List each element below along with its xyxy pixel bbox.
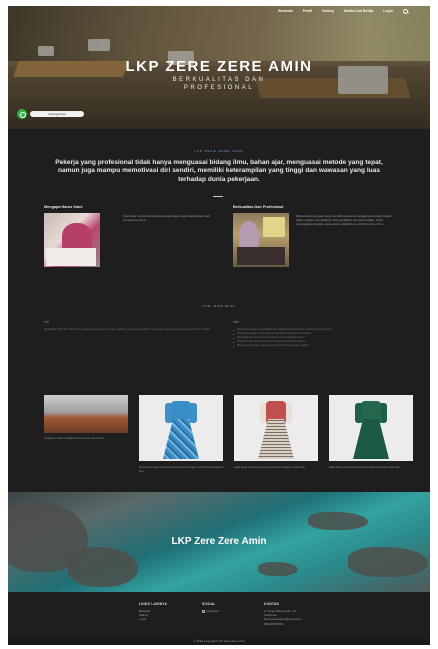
- nav-login[interactable]: Login: [383, 9, 393, 13]
- gallery-image-classroom[interactable]: [44, 395, 128, 433]
- gallery-caption: Hasil karya peserta kursus berupa gaun d…: [139, 466, 223, 473]
- hero-section: Beranda Profil Gallery Media Dan Berita …: [8, 6, 430, 129]
- footer-link-login[interactable]: Login: [139, 617, 167, 621]
- gallery-image-checked-dress[interactable]: [234, 395, 318, 461]
- list-item: Menyiapkan lulusan yang siap kerja dan b…: [233, 344, 398, 348]
- contact-button[interactable]: Hubungi Kami: [30, 111, 84, 117]
- footer-social-heading: SOSIAL: [202, 602, 216, 606]
- misi-list: Menyelenggarakan pendidikan dan pelatiha…: [233, 328, 398, 348]
- search-icon[interactable]: [403, 8, 408, 14]
- about-eyebrow: LKP ZERE ZERE AMIN: [194, 149, 244, 153]
- footer-links: LINKS LAINNYA Beranda Gallery Login: [139, 602, 167, 622]
- nav-beranda[interactable]: Beranda: [278, 9, 292, 13]
- instagram-icon: [202, 609, 205, 613]
- card-title-why: Mengapa Harus Kami: [44, 205, 83, 209]
- hero-title: LKP ZERE ZERE AMIN: [125, 58, 313, 75]
- top-nav: Beranda Profil Gallery Media Dan Berita …: [8, 6, 430, 16]
- visi-text: Menjadikan LKP Zere Zere Amin sebagai le…: [44, 328, 211, 331]
- divider: [213, 196, 223, 197]
- visi-misi-title: VISI DAN MISI: [202, 304, 236, 308]
- instagram-label: Instagram: [206, 609, 219, 613]
- gallery-caption: Kegiatan praktik menjahit bersama pesert…: [44, 437, 104, 440]
- footer-instagram-link[interactable]: Instagram: [202, 609, 219, 613]
- misi-heading: Misi: [233, 320, 239, 324]
- footer-contact-heading: KONTAK: [264, 602, 280, 606]
- footer-social: SOSIAL Instagram: [202, 602, 219, 613]
- hero-subtitle-line2: PROFESIONAL: [183, 85, 255, 91]
- nav-media-berita[interactable]: Media Dan Berita: [344, 9, 373, 13]
- card-text-why: Kami akan memberikan berbagai kesempatan…: [123, 214, 211, 222]
- hero-subtitle-line1: BERKUALITAS DAN: [172, 77, 266, 83]
- nav-profil[interactable]: Profil: [303, 9, 312, 13]
- about-lead: Pekerja yang profesional tidak hanya men…: [55, 159, 383, 183]
- sewing-image: [44, 213, 100, 267]
- footer-links-heading: LINKS LAINNYA: [139, 602, 168, 606]
- contact-phone[interactable]: 081234567890: [264, 622, 301, 626]
- copyright-text: © 2024 Copyright LKP Zere Zere Amin: [193, 639, 245, 643]
- whatsapp-icon[interactable]: [17, 109, 27, 119]
- card-title-quality: Berkualitas Dan Profesional: [233, 205, 284, 209]
- footer-contact: KONTAK Jl. Pulau Belitung No. 10 Indones…: [264, 602, 301, 626]
- visi-heading: Visi: [44, 320, 50, 324]
- instructor-image: [233, 213, 289, 267]
- gallery-caption: Hasil karya peserta kursus berupa gaun b…: [329, 466, 400, 469]
- gallery-image-blue-dress[interactable]: [139, 395, 223, 461]
- hero-subtitle: BERKUALITAS DAN PROFESIONAL: [8, 76, 430, 92]
- gallery-image-green-dress[interactable]: [329, 395, 413, 461]
- beach-banner: LKP Zere Zere Amin: [8, 492, 430, 592]
- contact-email[interactable]: lkpzerezereamin@gmail.com: [264, 617, 301, 621]
- nav-gallery[interactable]: Gallery: [322, 9, 334, 13]
- card-text-quality: Berkontribusi pengajar yang memiliki kom…: [296, 214, 392, 226]
- page: Beranda Profil Gallery Media Dan Berita …: [8, 6, 430, 645]
- gallery-caption: Hasil karya peserta kursus berupa gaun d…: [234, 466, 305, 469]
- banner-title: LKP Zere Zere Amin: [171, 536, 267, 547]
